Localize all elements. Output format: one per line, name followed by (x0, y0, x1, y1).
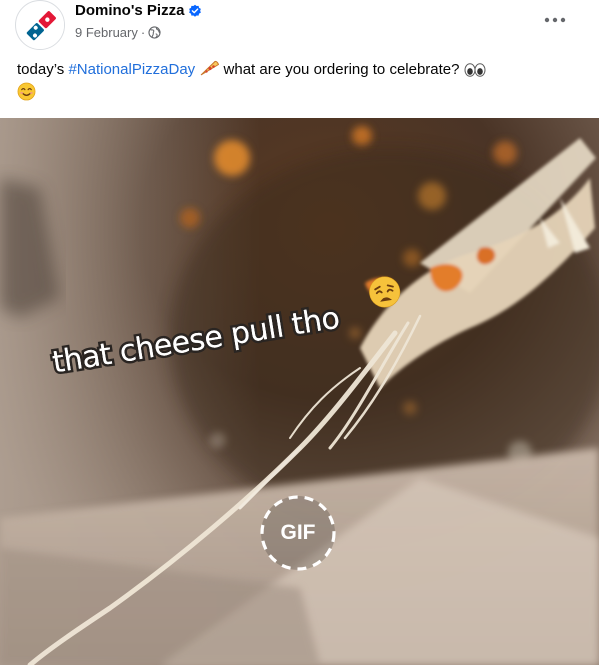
gif-play-button[interactable]: GIF (258, 493, 338, 573)
hashtag-link[interactable]: #NationalPizzaDay (68, 61, 195, 78)
gif-media[interactable]: that cheese pull tho that cheese pull th… (0, 118, 599, 665)
caption-text-end: what are you ordering to celebrate? (223, 61, 464, 78)
gif-label: GIF (280, 521, 316, 544)
globe-icon[interactable] (148, 26, 161, 39)
post-meta: 9 February · (75, 25, 161, 40)
more-options-button[interactable] (537, 6, 573, 34)
meta-separator: · (140, 25, 146, 40)
page-avatar[interactable] (15, 0, 65, 50)
caption-text-start: today’s (17, 61, 69, 78)
pizza-emoji (200, 60, 220, 76)
facebook-post: Domino's Pizza 9 February · today’s #Nat… (0, 0, 599, 665)
cheese-pull-image (0, 118, 599, 665)
more-options-icon (544, 17, 566, 23)
verified-badge-icon (189, 4, 202, 17)
smiling-emoji (17, 82, 36, 101)
weary-face-emoji (369, 276, 401, 308)
page-name-row: Domino's Pizza (75, 2, 202, 19)
dominos-logo-icon (17, 2, 64, 49)
post-caption: today’s #NationalPizzaDay what are you o… (17, 58, 587, 106)
post-date-link[interactable]: 9 February (75, 25, 138, 40)
eyes-emoji (464, 63, 486, 77)
post-header: Domino's Pizza 9 February · (0, 0, 599, 52)
page-name-link[interactable]: Domino's Pizza (75, 2, 184, 19)
